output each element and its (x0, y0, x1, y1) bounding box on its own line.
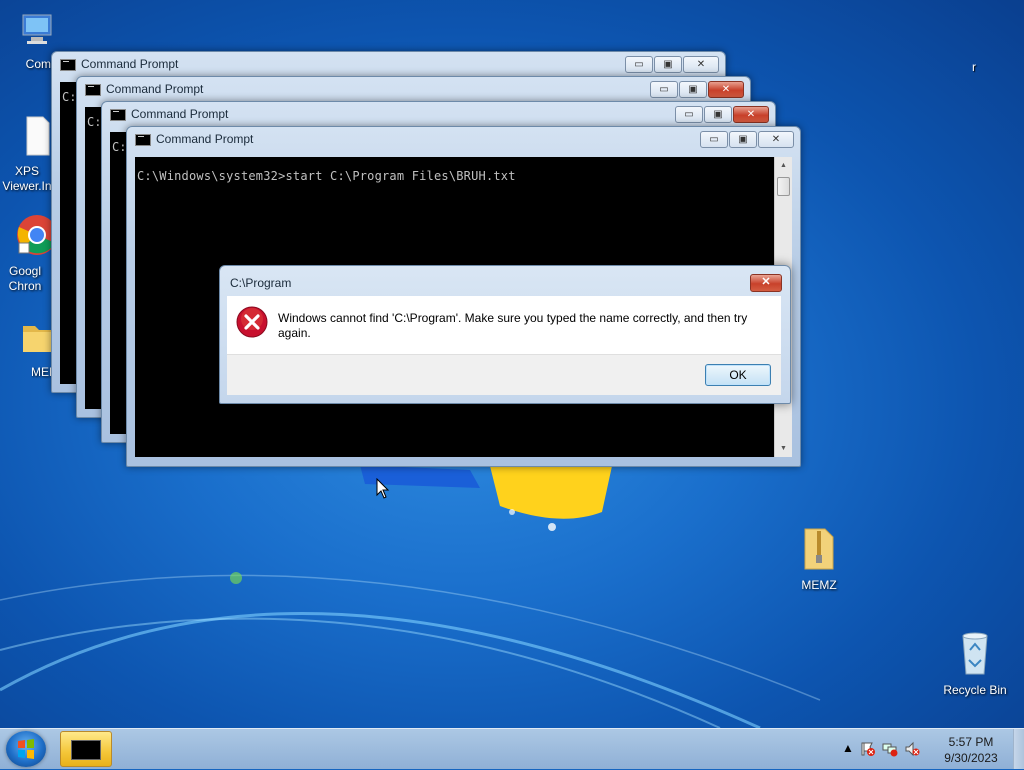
window-title: Command Prompt (81, 57, 179, 71)
console-text: C: (87, 115, 102, 129)
desktop-icon-label: XPS Viewer.In (2, 164, 52, 193)
start-button[interactable] (6, 731, 46, 767)
scroll-down-icon[interactable]: ▼ (775, 440, 792, 457)
minimize-button[interactable]: ▭ (700, 131, 728, 148)
title-bar[interactable]: Command Prompt ▭ ▣ ✕ (77, 77, 750, 102)
dialog-close-button[interactable]: ✕ (750, 274, 782, 292)
show-desktop-button[interactable] (1013, 729, 1024, 769)
console-text: C: (112, 140, 127, 154)
desktop-icon-recycle-bin[interactable]: Recycle Bin (936, 630, 1014, 698)
error-dialog[interactable]: C:\Program ✕ Windows cannot find 'C:\Pro… (219, 265, 791, 404)
minimize-button[interactable]: ▭ (625, 56, 653, 73)
scroll-up-icon[interactable]: ▲ (775, 157, 792, 174)
close-button[interactable]: ✕ (733, 106, 769, 123)
system-tray: ▲ 5:57 PM 9/30/2023 (834, 729, 1024, 769)
clock-date: 9/30/2023 (944, 751, 998, 765)
maximize-button[interactable]: ▣ (679, 81, 707, 98)
action-center-icon[interactable] (860, 741, 876, 757)
maximize-button[interactable]: ▣ (729, 131, 757, 148)
window-title: Command Prompt (106, 82, 204, 96)
clock-time: 5:57 PM (948, 735, 994, 749)
window-title: Command Prompt (131, 107, 229, 121)
taskbar: ▲ 5:57 PM 9/30/2023 (0, 728, 1024, 769)
windows-logo-icon (18, 739, 34, 759)
error-icon (236, 306, 268, 338)
console-command-line: C:\Windows\system32>start C:\Program Fil… (137, 169, 516, 183)
close-button[interactable]: ✕ (708, 81, 744, 98)
cmd-icon (60, 59, 76, 71)
desktop: r Compu XPS Viewer.In Googl Chron MEM ME… (0, 0, 1024, 728)
show-hidden-icons-icon[interactable]: ▲ (842, 741, 854, 755)
dialog-message: Windows cannot find 'C:\Program'. Make s… (278, 311, 748, 340)
zip-folder-icon (780, 525, 858, 575)
scroll-thumb[interactable] (777, 177, 790, 196)
network-icon[interactable] (882, 741, 898, 757)
dialog-title: C:\Program (230, 276, 292, 290)
cmd-icon (135, 134, 151, 146)
desktop-icon-label: Recycle Bin (943, 683, 1007, 697)
maximize-button[interactable]: ▣ (654, 56, 682, 73)
title-bar[interactable]: Command Prompt ▭ ▣ ✕ (102, 102, 775, 127)
ok-button[interactable]: OK (705, 364, 771, 386)
computer-icon (0, 10, 76, 54)
dialog-body: Windows cannot find 'C:\Program'. Make s… (227, 296, 781, 354)
window-title: Command Prompt (156, 132, 254, 146)
title-bar[interactable]: Command Prompt ▭ ▣ ✕ (52, 52, 725, 77)
desktop-icon-label: Googl Chron (8, 264, 42, 293)
volume-muted-icon[interactable] (904, 741, 920, 757)
maximize-button[interactable]: ▣ (704, 106, 732, 123)
minimize-button[interactable]: ▭ (675, 106, 703, 123)
cmd-icon (85, 84, 101, 96)
taskbar-command-prompt[interactable] (60, 731, 112, 767)
close-button[interactable]: ✕ (683, 56, 719, 73)
console-text: C: (62, 90, 77, 104)
title-bar[interactable]: Command Prompt ▭ ▣ ✕ (127, 127, 800, 152)
recycle-bin-icon (936, 630, 1014, 680)
cmd-icon (71, 740, 101, 760)
dialog-footer: OK (227, 354, 781, 395)
stray-character: r (972, 60, 976, 74)
desktop-icon-label: MEMZ (801, 578, 837, 592)
desktop-icon-memz[interactable]: MEMZ (780, 525, 858, 593)
mouse-cursor-icon (376, 478, 390, 499)
minimize-button[interactable]: ▭ (650, 81, 678, 98)
close-button[interactable]: ✕ (758, 131, 794, 148)
clock[interactable]: 5:57 PM 9/30/2023 (936, 734, 1006, 766)
cmd-icon (110, 109, 126, 121)
